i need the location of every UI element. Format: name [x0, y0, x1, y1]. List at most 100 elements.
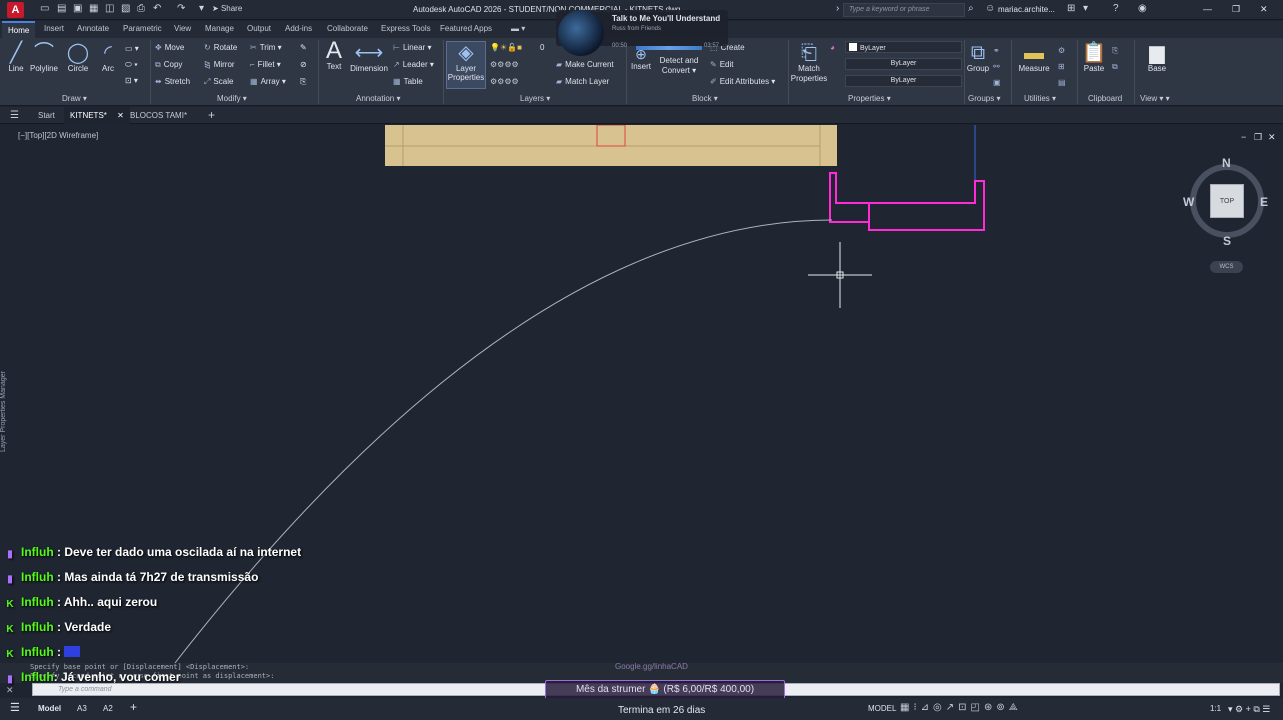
viewport-close-icon[interactable]: ✕ [1268, 132, 1276, 143]
array-button[interactable]: ▦ Array ▾ [250, 77, 286, 86]
mirror-button[interactable]: ⧎ Mirror [204, 60, 235, 69]
draw-more-icon[interactable]: ⊡ ▾ [125, 76, 138, 85]
group-button[interactable]: ⧉ Group [966, 42, 990, 73]
music-notification[interactable]: Talk to Me You'll Understand Russ from F… [556, 10, 728, 56]
search-icon[interactable]: ⌕ [968, 3, 974, 14]
base-button[interactable]: ▆ Base [1143, 42, 1171, 73]
viewcube-west[interactable]: W [1183, 195, 1194, 209]
arc-button[interactable]: ◜ Arc [97, 42, 119, 73]
group-tools-icons[interactable]: ⚭ ⚯ ▣ [993, 43, 1001, 91]
layer-properties-side-label[interactable]: Layer Properties Manager [0, 362, 14, 462]
user-icon[interactable]: ☺ [985, 3, 995, 14]
tab-output[interactable]: Output [247, 24, 271, 33]
viewcube-east[interactable]: E [1260, 195, 1268, 209]
groups-panel-label[interactable]: Groups ▾ [968, 94, 1000, 103]
save-icon[interactable]: ▣ [73, 4, 83, 14]
layers-panel-label[interactable]: Layers ▾ [520, 94, 550, 103]
scale-button[interactable]: ⤢ Scale [204, 77, 233, 87]
tab-insert[interactable]: Insert [44, 24, 64, 33]
share-button[interactable]: ➤ Share [212, 4, 242, 13]
close-icon[interactable]: ✕ [1260, 4, 1268, 15]
wcs-menu[interactable]: WCS [1210, 261, 1243, 273]
make-current-button[interactable]: ▰ Make Current [556, 60, 614, 69]
lineweight-dropdown[interactable]: ByLayer [845, 75, 962, 87]
tab-addins[interactable]: Add-ins [285, 24, 312, 33]
rectangle-icon[interactable]: ▭ ▾ [125, 44, 139, 53]
annotation-scale[interactable]: 1:1 [1210, 704, 1221, 713]
leader-button[interactable]: ↗ Leader ▾ [393, 60, 434, 69]
move-button[interactable]: ✥ Move [155, 43, 184, 52]
model-space-button[interactable]: MODEL [868, 704, 896, 713]
redo-icon[interactable]: ↷ [177, 4, 187, 14]
properties-panel-label[interactable]: Properties ▾ [848, 94, 891, 103]
color-wheel-icon[interactable]: ◕ [830, 43, 835, 52]
stretch-button[interactable]: ⬌ Stretch [155, 77, 190, 86]
new-icon[interactable]: ▭ [40, 4, 50, 14]
user-name[interactable]: mariac.archite... [998, 5, 1055, 14]
command-close-icon[interactable]: ✕ [6, 685, 14, 696]
utilities-icons[interactable]: ⚙ ⊞ ▤ [1058, 43, 1066, 91]
add-tab-icon[interactable]: + [202, 107, 221, 124]
tab-express-tools[interactable]: Express Tools [381, 24, 431, 33]
layout-tab-a2[interactable]: A2 [103, 704, 113, 713]
status-toggle-icons[interactable]: ▦⁝⊿◎↗⊡◰⊛⊚⟁ [900, 702, 1022, 713]
open-icon[interactable]: ▤ [57, 4, 67, 14]
block-panel-label[interactable]: Block ▾ [692, 94, 718, 103]
edit-block-button[interactable]: ✎ Edit [710, 60, 734, 69]
annotation-panel-label[interactable]: Annotation ▾ [356, 94, 401, 103]
add-layout-icon[interactable]: + [130, 700, 137, 714]
viewport-controls[interactable]: [−][Top][2D Wireframe] [18, 131, 98, 140]
autocad-logo[interactable]: A [7, 2, 24, 18]
layout-tab-model[interactable]: Model [38, 704, 61, 713]
edit-attributes-button[interactable]: ✐ Edit Attributes ▾ [710, 77, 775, 86]
user-dropdown-icon[interactable]: ▾ [1083, 3, 1088, 14]
viewcube-top[interactable]: TOP [1210, 184, 1244, 218]
trim-button[interactable]: ✂ Trim ▾ [250, 43, 282, 52]
view-panel-label[interactable]: View ▾ ▾ [1140, 94, 1170, 103]
linear-button[interactable]: ⊢ Linear ▾ [393, 43, 431, 52]
viewport-restore-icon[interactable]: ❐ [1254, 132, 1262, 143]
layout-menu-icon[interactable]: ☰ [10, 701, 20, 714]
tab-featured-apps[interactable]: Featured Apps [440, 24, 492, 33]
circle-button[interactable]: ◯ Circle [65, 42, 91, 73]
doc-tab-blocos[interactable]: BLOCOS TAMI* [124, 107, 193, 124]
tab-view[interactable]: View [174, 24, 191, 33]
measure-button[interactable]: ▬ Measure [1016, 42, 1052, 73]
web-icon[interactable]: ◫ [105, 4, 115, 14]
match-properties-button[interactable]: ⎗ Match Properties [790, 42, 828, 84]
layer-tools-icons[interactable]: ⚙⚙⚙⚙ [490, 60, 519, 69]
tab-home[interactable]: Home [2, 21, 36, 38]
utilities-panel-label[interactable]: Utilities ▾ [1024, 94, 1056, 103]
doc-tab-start[interactable]: Start [32, 107, 61, 124]
modify-panel-label[interactable]: Modify ▾ [217, 94, 247, 103]
hamburger-menu-icon[interactable]: ☰ [6, 107, 23, 124]
erase-icon[interactable]: ✎ [300, 43, 307, 52]
keyword-search-input[interactable]: Type a keyword or phrase [843, 3, 965, 17]
copy-button[interactable]: ⧉ Copy [155, 60, 182, 70]
tab-parametric[interactable]: Parametric [123, 24, 162, 33]
print-icon[interactable]: ⎙ [137, 4, 147, 14]
close-tab-icon[interactable]: ✕ [117, 111, 124, 120]
qa-dropdown-icon[interactable]: ▾ [199, 4, 209, 14]
viewport-minimize-icon[interactable]: − [1241, 132, 1246, 142]
minimize-icon[interactable]: — [1203, 4, 1212, 14]
share-drawing-icon[interactable]: ▧ [121, 4, 131, 14]
line-button[interactable]: ╱ Line [5, 42, 27, 73]
clipboard-icons[interactable]: ⎘ ⧉ [1112, 43, 1118, 75]
tab-manage[interactable]: Manage [205, 24, 234, 33]
text-button[interactable]: A Text [322, 39, 346, 72]
clipboard-panel-label[interactable]: Clipboard [1088, 94, 1122, 103]
explode-icon[interactable]: ⊘ [300, 60, 307, 69]
draw-panel-label[interactable]: Draw ▾ [62, 94, 87, 103]
color-dropdown[interactable]: ByLayer [845, 41, 962, 53]
help-icon[interactable]: ? [1113, 3, 1119, 14]
undo-icon[interactable]: ↶ [153, 4, 163, 14]
app-menu-icon[interactable]: ◉ [1138, 3, 1147, 14]
restore-icon[interactable]: ❐ [1232, 4, 1240, 15]
tab-annotate[interactable]: Annotate [77, 24, 109, 33]
paste-button[interactable]: 📋 Paste [1081, 42, 1107, 73]
rotate-button[interactable]: ↻ Rotate [204, 43, 237, 52]
ribbon-toggle-icon[interactable]: ▬ ▾ [511, 24, 525, 33]
dimension-button[interactable]: ⟷ Dimension [348, 42, 390, 73]
tab-collaborate[interactable]: Collaborate [327, 24, 368, 33]
